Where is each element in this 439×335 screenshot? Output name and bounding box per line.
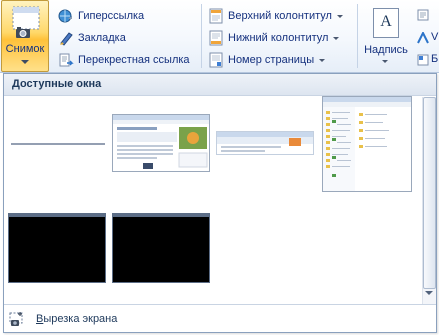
footer-icon bbox=[209, 30, 223, 46]
gallery-footer: Вырезка экрана bbox=[4, 304, 436, 332]
footer-label: Нижний колонтитул bbox=[228, 32, 329, 44]
screen-clipping-button[interactable]: Вырезка экрана bbox=[8, 309, 308, 329]
page-number-label: Номер страницы bbox=[228, 54, 315, 66]
console-window-preview bbox=[113, 214, 209, 217]
console-window-preview bbox=[9, 214, 105, 217]
footer-button[interactable]: Нижний колонтитул bbox=[208, 28, 340, 48]
chevron-down-icon bbox=[382, 60, 388, 63]
chevron-down-icon bbox=[336, 14, 343, 18]
textbox-icon: A bbox=[373, 8, 399, 38]
screenshot-label: Снимок bbox=[5, 43, 45, 55]
globe-link-icon bbox=[58, 9, 72, 23]
bookmark-icon bbox=[60, 32, 73, 46]
cross-reference-icon bbox=[59, 53, 74, 67]
drop-cap-label-partial: Б bbox=[431, 53, 439, 65]
cross-reference-label: Перекрестная ссылка bbox=[78, 54, 190, 66]
screen-clipping-label: Вырезка экрана bbox=[36, 313, 117, 325]
window-thumbnail[interactable] bbox=[322, 96, 412, 192]
drop-cap-icon[interactable] bbox=[417, 54, 429, 66]
header-button[interactable]: Верхний колонтитул bbox=[208, 6, 343, 26]
header-label: Верхний колонтитул bbox=[228, 10, 332, 22]
chevron-down-icon bbox=[319, 58, 326, 62]
ribbon-insert-tab: Снимок Гиперссылка Закладка Перекрестная… bbox=[0, 0, 439, 73]
bookmark-button[interactable]: Закладка bbox=[58, 28, 126, 48]
window-thumbnail[interactable] bbox=[112, 213, 210, 283]
cross-reference-button[interactable]: Перекрестная ссылка bbox=[58, 50, 190, 70]
gallery-scrollbar-thumb[interactable] bbox=[423, 97, 436, 289]
wordart-icon[interactable] bbox=[417, 32, 429, 44]
chevron-down-icon[interactable] bbox=[425, 291, 433, 295]
window-thumbnail[interactable] bbox=[8, 213, 106, 283]
hyperlink-button[interactable]: Гиперссылка bbox=[58, 6, 144, 26]
explorer-window-preview bbox=[323, 97, 411, 191]
toolbar-window-preview bbox=[217, 132, 313, 152]
webpage-window-preview bbox=[113, 115, 209, 169]
screenshot-button[interactable]: Снимок bbox=[1, 0, 49, 72]
available-windows-header: Доступные окна bbox=[4, 74, 436, 96]
page-number-icon bbox=[209, 52, 223, 68]
window-thumbnail[interactable] bbox=[216, 131, 314, 155]
wordart-label-partial: V bbox=[431, 31, 439, 43]
blank-window-preview bbox=[11, 143, 105, 145]
chevron-down-icon bbox=[21, 60, 29, 64]
group-separator bbox=[357, 4, 358, 68]
group-separator bbox=[201, 4, 202, 68]
screenshot-dropdown: Доступные окна Вырезка экрана bbox=[3, 73, 437, 333]
textbox-label: Надпись bbox=[364, 44, 408, 56]
page-number-button[interactable]: Номер страницы bbox=[208, 50, 326, 70]
header-icon bbox=[209, 8, 223, 24]
quick-parts-icon[interactable] bbox=[417, 9, 429, 21]
screen-clipping-icon bbox=[9, 312, 23, 326]
window-thumbnail[interactable] bbox=[112, 114, 210, 172]
textbox-button[interactable]: A Надпись bbox=[362, 2, 410, 70]
hyperlink-label: Гиперссылка bbox=[78, 10, 145, 22]
screenshot-icon bbox=[12, 6, 40, 38]
bookmark-label: Закладка bbox=[78, 32, 126, 44]
screen-clipping-label-text: ырезка экрана bbox=[43, 313, 118, 325]
chevron-down-icon bbox=[333, 36, 340, 40]
window-thumbnail[interactable] bbox=[8, 120, 106, 168]
